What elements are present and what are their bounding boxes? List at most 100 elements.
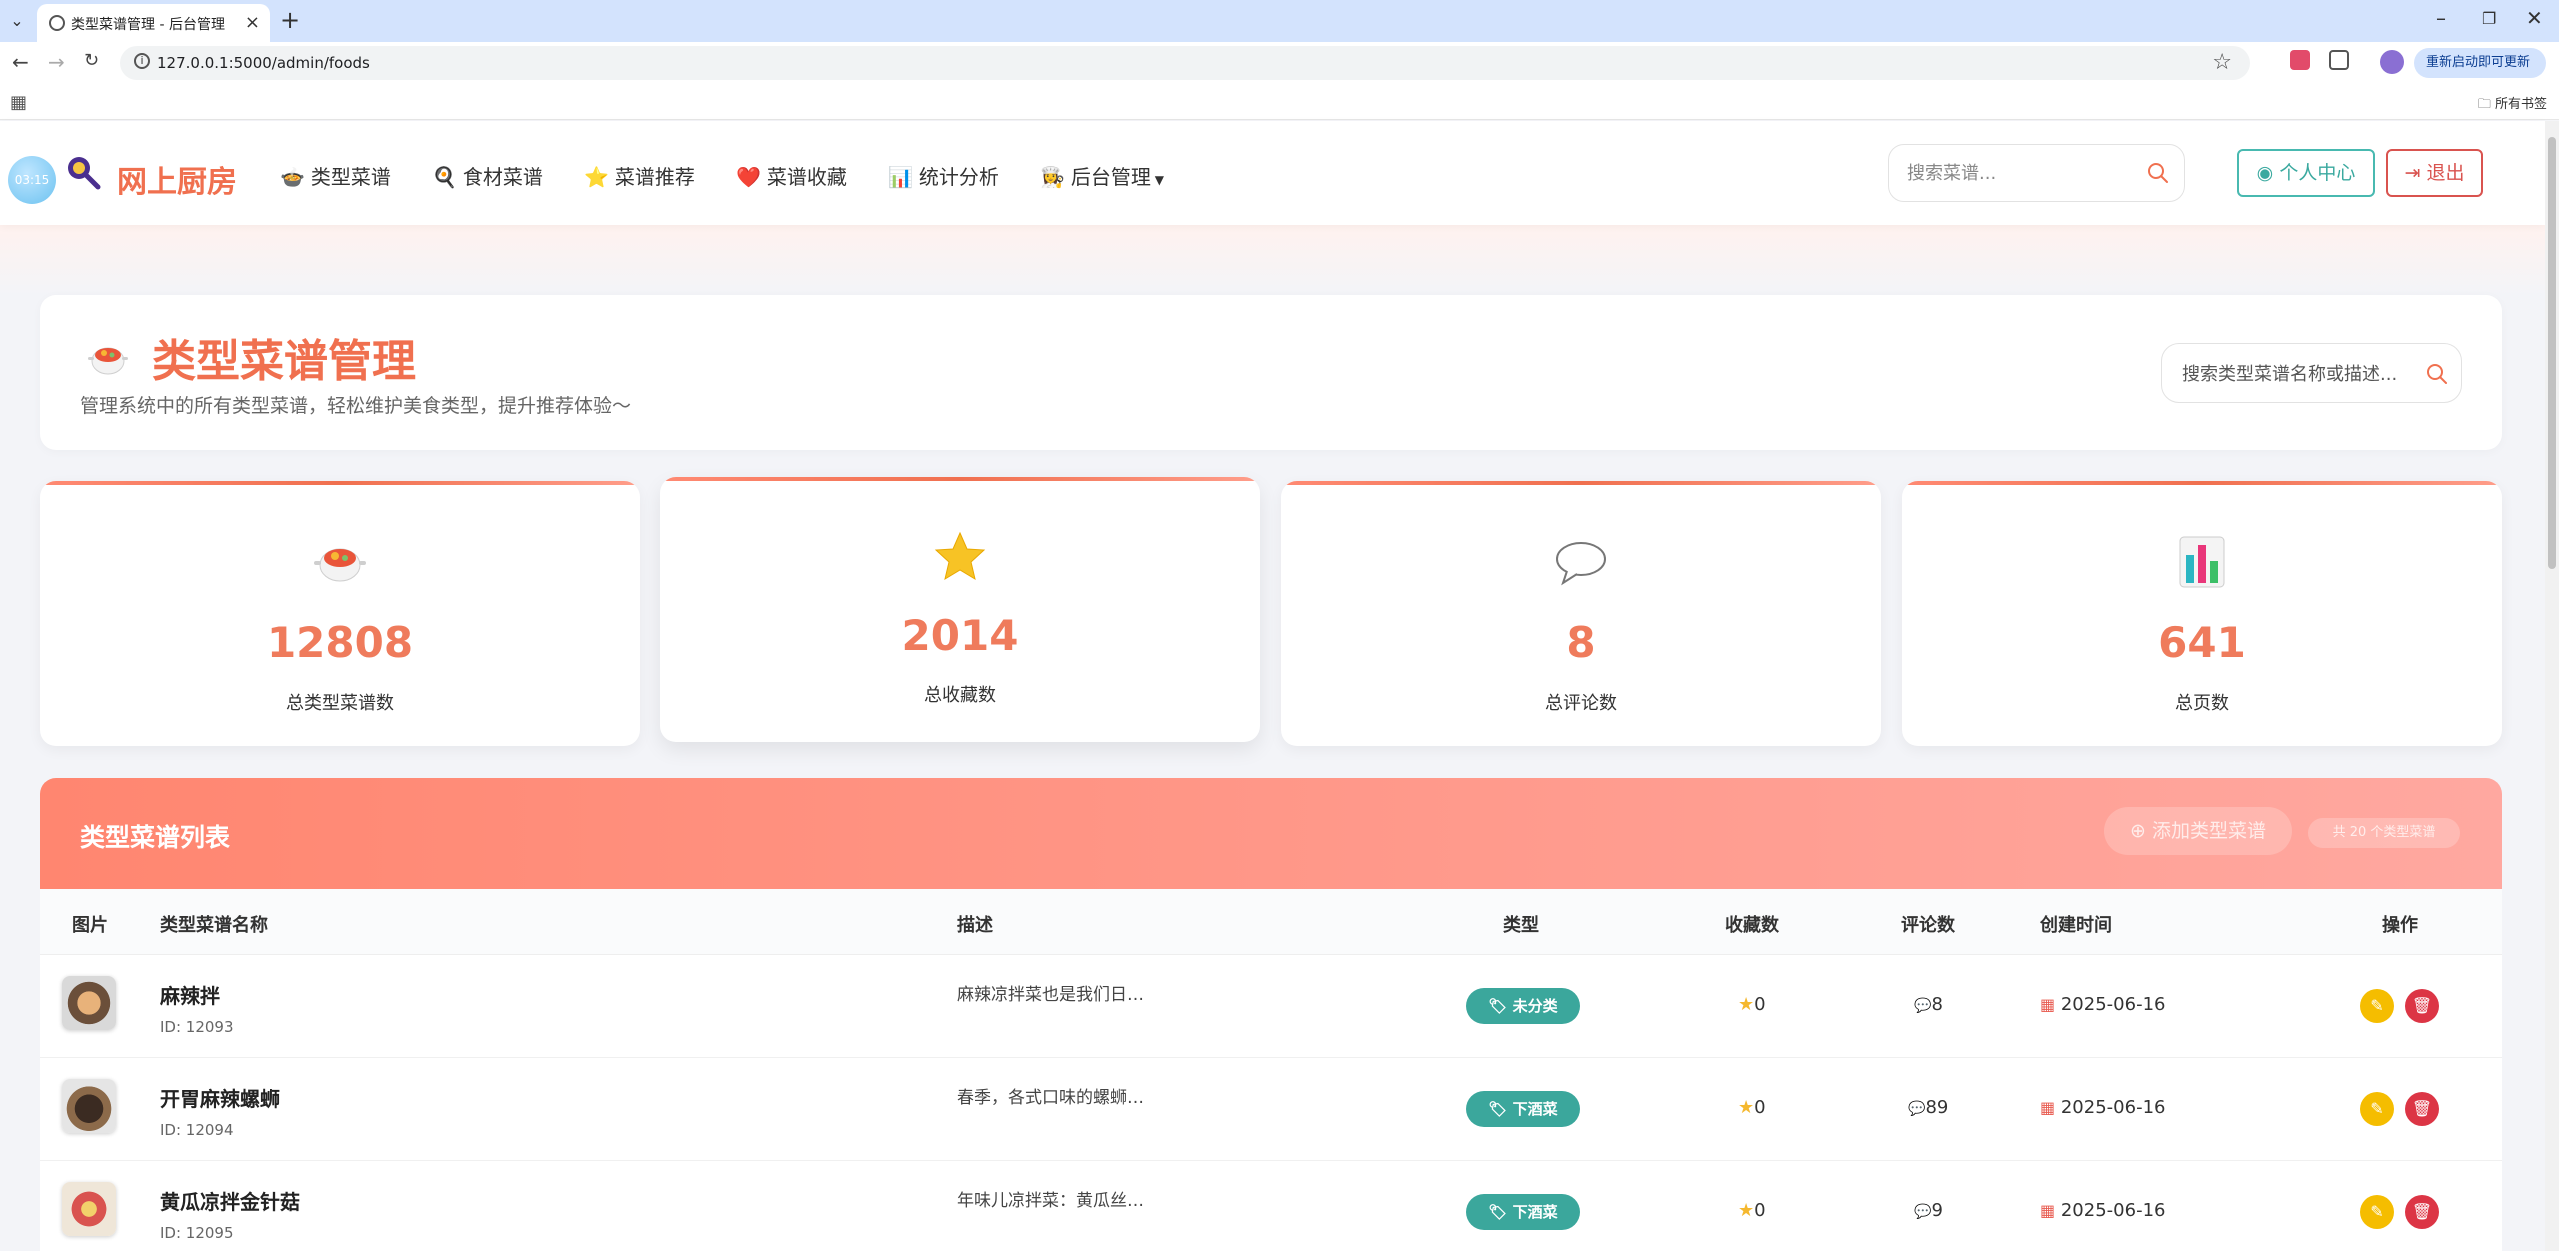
calendar-icon: ▦	[2040, 1098, 2056, 1117]
recipe-count-badge: 共 20 个类型菜谱	[2308, 818, 2460, 848]
comment-value: 89	[1925, 1097, 1949, 1118]
profile-avatar[interactable]	[2380, 50, 2404, 74]
all-bookmarks[interactable]: 🗀 所有书签	[2478, 93, 2547, 117]
puzzle-icon[interactable]	[2329, 50, 2349, 70]
recipe-list-card: 类型菜谱列表 ⊕ 添加类型菜谱 共 20 个类型菜谱 图片 类型菜谱名称 描述 …	[40, 778, 2502, 1251]
address-bar[interactable]: i 127.0.0.1:5000/admin/foods ☆	[120, 46, 2250, 80]
all-bookmarks-label: 所有书签	[2494, 97, 2547, 112]
forward-icon[interactable]: →	[48, 50, 65, 74]
nav-item-ingredient-recipes[interactable]: 🍳 食材菜谱	[432, 161, 543, 190]
edit-button[interactable]: ✎	[2360, 1195, 2394, 1229]
comment-value: 9	[1931, 1200, 1943, 1221]
reload-icon[interactable]: ↻	[84, 50, 99, 71]
browser-tab-bar: ⌄ 类型菜谱管理 - 后台管理 × + – ❐ ✕	[0, 0, 2559, 42]
type-label: 下酒菜	[1512, 1203, 1558, 1221]
apps-grid-icon[interactable]: ▦	[10, 92, 27, 113]
stat-label: 总页数	[2175, 693, 2229, 714]
type-label: 未分类	[1512, 997, 1558, 1015]
nav-item-recommendations[interactable]: ⭐ 菜谱推荐	[584, 161, 695, 190]
date-value: 2025-06-16	[2060, 1200, 2166, 1221]
page-title: 类型菜谱管理	[152, 336, 416, 387]
clock-widget: 03:15	[8, 156, 56, 204]
add-recipe-button[interactable]: ⊕ 添加类型菜谱	[2104, 807, 2292, 855]
nav-item-favorites[interactable]: ❤️ 菜谱收藏	[736, 161, 847, 190]
site-search-input[interactable]	[1907, 159, 2137, 187]
edit-button[interactable]: ✎	[2360, 1092, 2394, 1126]
minimize-icon[interactable]: –	[2436, 6, 2446, 30]
type-badge: 🏷 下酒菜	[1466, 1091, 1580, 1127]
page-title-card: 类型菜谱管理 管理系统中的所有类型菜谱，轻松维护美食类型，提升推荐体验～	[40, 295, 2502, 450]
stat-card-total-recipes: 12808 总类型菜谱数	[40, 481, 640, 746]
delete-button[interactable]: 🗑	[2405, 1092, 2439, 1126]
recipe-thumbnail[interactable]	[62, 1079, 116, 1133]
site-title[interactable]: 网上厨房	[117, 157, 237, 201]
stat-card-total-comments: 8 总评论数	[1281, 481, 1881, 746]
created-date: ▦ 2025-06-16	[2040, 994, 2165, 1015]
caret-down-icon: ▼	[1150, 173, 1164, 187]
page-scrollbar[interactable]	[2545, 121, 2559, 1251]
nav-item-type-recipes[interactable]: 🍲 类型菜谱	[280, 161, 391, 190]
recipe-id: ID: 12093	[160, 1018, 234, 1036]
profile-button[interactable]: ◉ 个人中心	[2237, 149, 2375, 197]
comment-count: 💬8	[1914, 994, 1943, 1015]
pot-icon: 🍲	[280, 165, 305, 189]
site-info-icon[interactable]: i	[134, 53, 150, 69]
nav-label: 菜谱推荐	[614, 165, 695, 189]
edit-button[interactable]: ✎	[2360, 989, 2394, 1023]
nav-label: 统计分析	[918, 165, 999, 189]
site-search	[1888, 144, 2185, 202]
calendar-icon: ▦	[2040, 995, 2056, 1014]
browser-toolbar: ← → ↻ i 127.0.0.1:5000/admin/foods ☆ 重新启…	[0, 42, 2559, 84]
type-badge: 🏷 未分类	[1466, 988, 1580, 1024]
scrollbar-thumb[interactable]	[2548, 137, 2556, 569]
heart-icon: ❤️	[736, 165, 761, 189]
close-tab-icon[interactable]: ×	[245, 12, 260, 33]
close-window-icon[interactable]: ✕	[2526, 6, 2543, 30]
extension-icon[interactable]	[2290, 50, 2310, 70]
type-badge: 🏷 下酒菜	[1466, 1194, 1580, 1230]
bookmarks-bar: ▦ 🗀 所有书签	[0, 84, 2559, 120]
nav-item-admin-dropdown[interactable]: 👩‍🍳 后台管理 ▼	[1040, 161, 1164, 190]
new-tab-icon[interactable]: +	[280, 6, 300, 34]
logout-label: 退出	[2426, 162, 2465, 184]
column-header: 描述	[957, 915, 993, 936]
recipe-name: 麻辣拌	[160, 984, 220, 1008]
created-date: ▦ 2025-06-16	[2040, 1097, 2165, 1118]
star-icon: ★	[1738, 994, 1755, 1015]
comment-icon: 💬	[1908, 1101, 1926, 1117]
bookmark-star-icon[interactable]: ☆	[2212, 50, 2232, 75]
date-value: 2025-06-16	[2060, 1097, 2166, 1118]
chef-icon: 👩‍🍳	[1040, 165, 1065, 189]
star-icon: ★	[1738, 1200, 1755, 1221]
trash-icon: 🗑	[2411, 996, 2433, 1015]
bar-chart-icon: 📊	[888, 165, 913, 189]
logout-button[interactable]: ⇥ 退出	[2386, 149, 2483, 197]
recipe-id: ID: 12095	[160, 1224, 234, 1242]
back-icon[interactable]: ←	[12, 50, 29, 74]
column-header: 创建时间	[2040, 915, 2112, 936]
search-icon[interactable]	[2144, 159, 2172, 187]
update-button[interactable]: 重新启动即可更新	[2414, 48, 2546, 78]
column-header: 图片	[72, 915, 108, 936]
url-text: 127.0.0.1:5000/admin/foods	[157, 54, 370, 72]
delete-button[interactable]: 🗑	[2405, 1195, 2439, 1229]
created-date: ▦ 2025-06-16	[2040, 1200, 2165, 1221]
delete-button[interactable]: 🗑	[2405, 989, 2439, 1023]
search-icon[interactable]	[2423, 360, 2451, 388]
tab-search-icon[interactable]: ⌄	[6, 10, 28, 32]
recipe-thumbnail[interactable]	[62, 1182, 116, 1236]
table-row: 黄瓜凉拌金针菇 ID: 12095 年味儿凉拌菜：黄瓜丝… 🏷 下酒菜 ★0 💬…	[40, 1162, 2502, 1251]
bar-chart-icon	[2179, 536, 2225, 588]
recipe-search-input[interactable]	[2182, 360, 2422, 388]
profile-label: 个人中心	[2279, 162, 2356, 184]
restore-icon[interactable]: ❐	[2482, 9, 2496, 28]
comment-icon: 💬	[1914, 1204, 1932, 1220]
browser-tab[interactable]: 类型菜谱管理 - 后台管理 ×	[37, 4, 270, 42]
recipe-description: 年味儿凉拌菜：黄瓜丝…	[957, 1191, 1144, 1211]
globe-icon	[49, 15, 65, 31]
trash-icon: 🗑	[2411, 1099, 2433, 1118]
nav-item-statistics[interactable]: 📊 统计分析	[888, 161, 999, 190]
pot-icon	[88, 347, 128, 375]
favorite-count: ★0	[1738, 994, 1766, 1015]
recipe-thumbnail[interactable]	[62, 976, 116, 1030]
